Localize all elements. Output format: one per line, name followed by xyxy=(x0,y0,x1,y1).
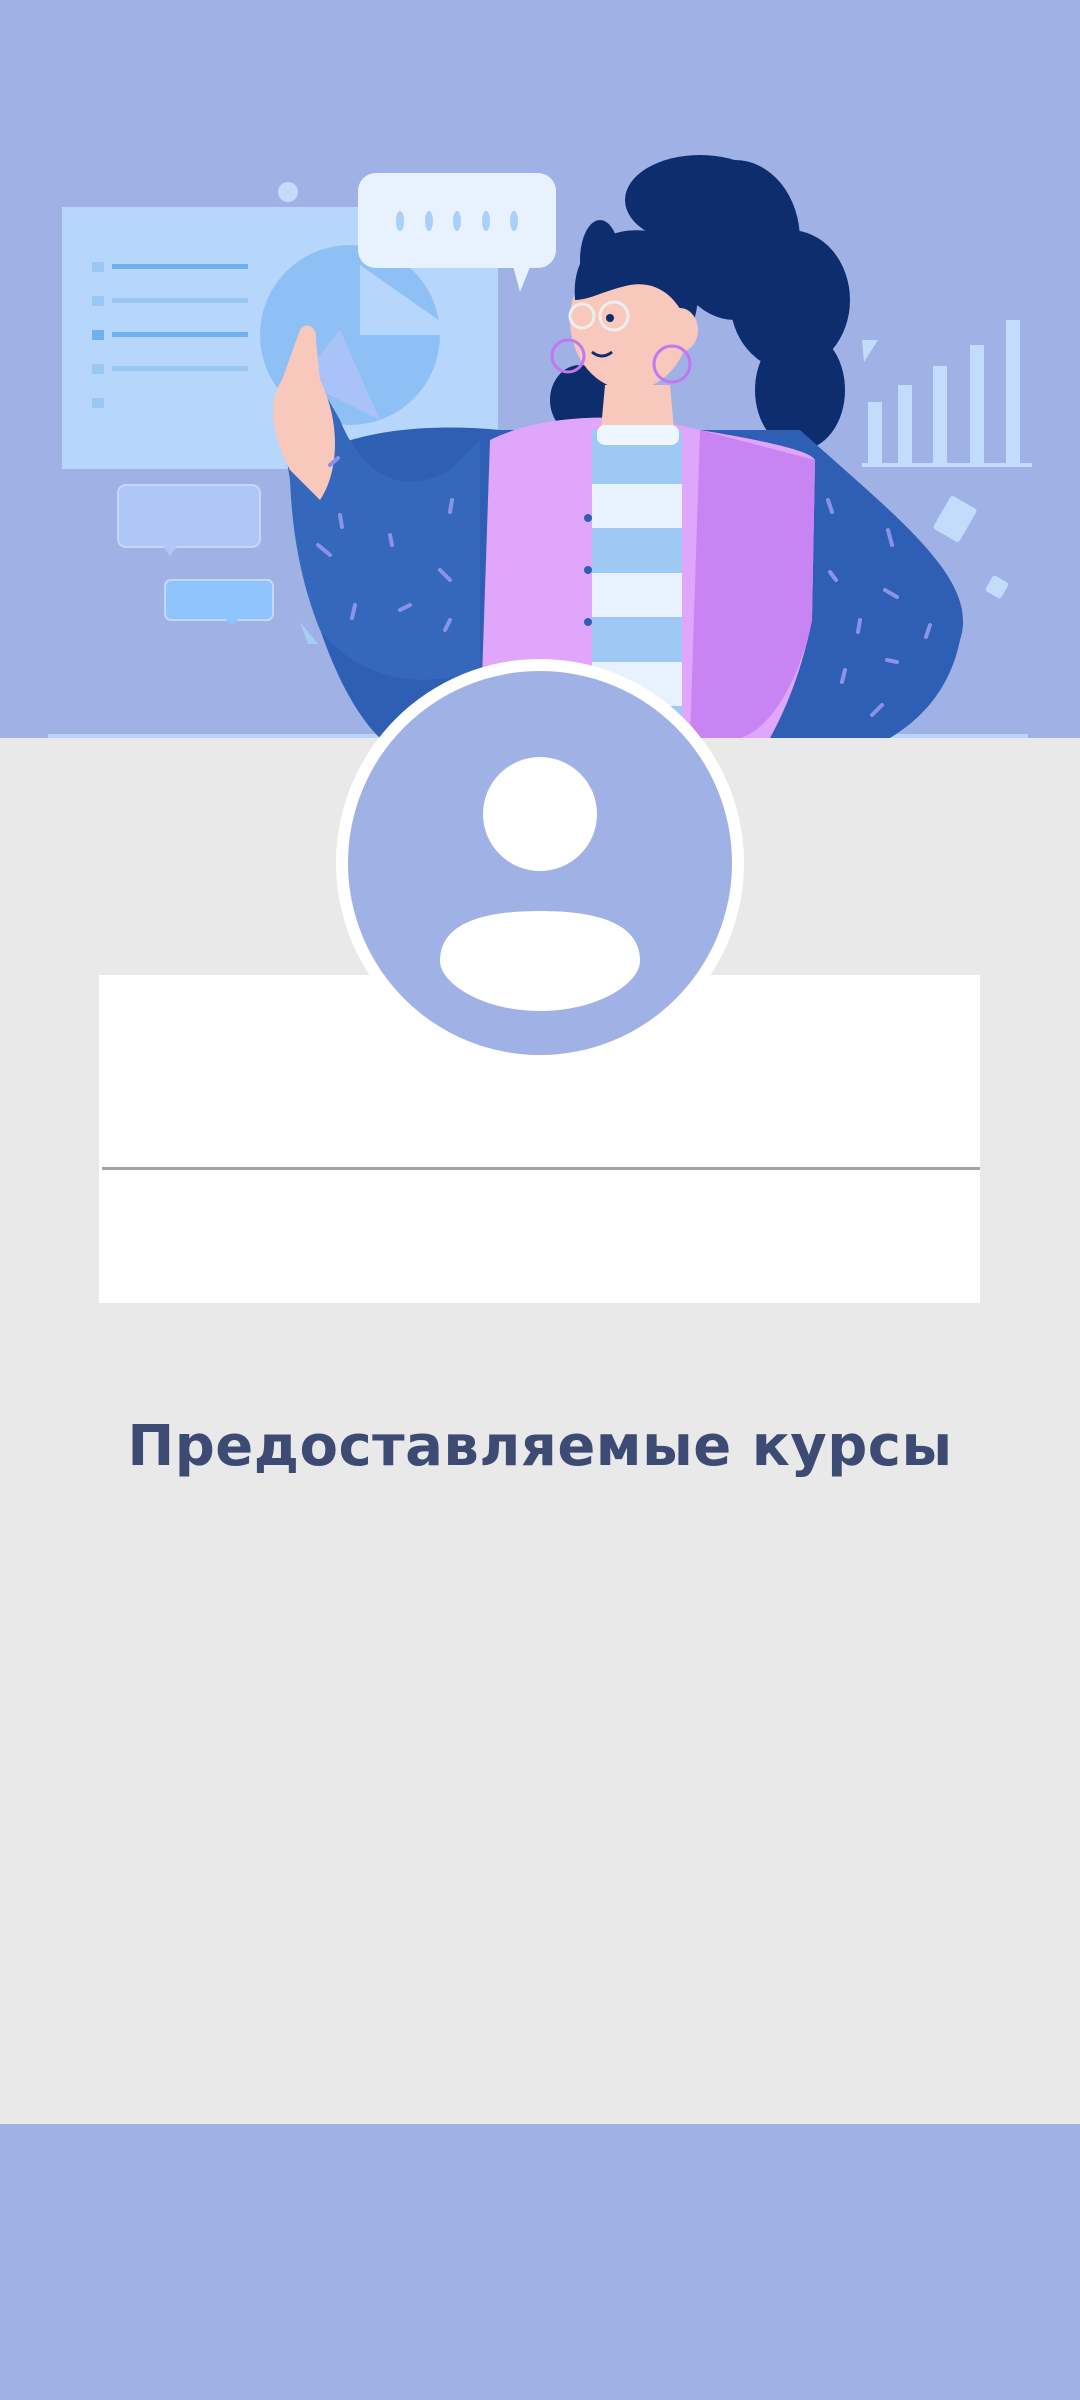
header-banner xyxy=(0,0,1080,738)
avatar-circle xyxy=(348,671,732,1055)
user-avatar-icon xyxy=(440,757,640,1011)
profile-avatar[interactable] xyxy=(336,659,744,1067)
teacher-illustration xyxy=(48,155,1032,738)
card-divider xyxy=(102,1167,980,1170)
courses-section-title: Предоставляемые курсы xyxy=(127,1414,953,1480)
footer-bar xyxy=(0,2124,1080,2400)
